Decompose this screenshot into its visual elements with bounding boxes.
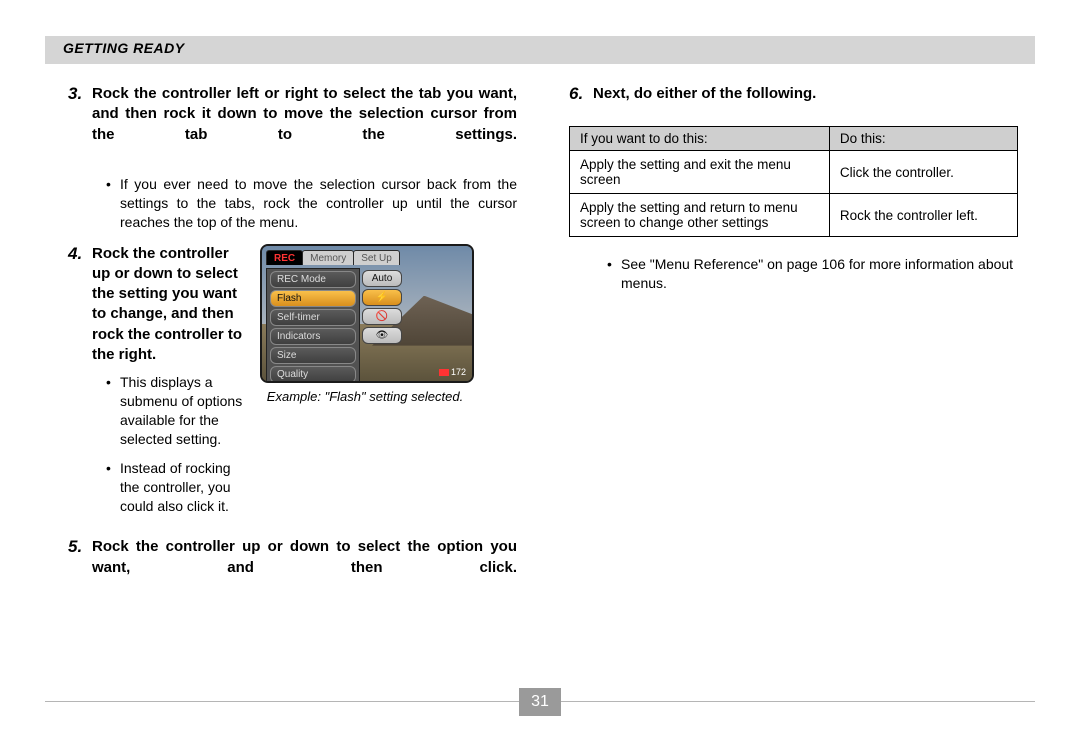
right-column: 6. Next, do either of the following. If … [569,84,1018,608]
actions-table: If you want to do this: Do this: Apply t… [569,126,1018,237]
lcd-menu: REC Mode Flash Self-timer Indicators Siz… [266,268,360,383]
bullet-text: This displays a submenu of options avail… [68,373,244,449]
table-cell: Rock the controller left. [829,194,1017,237]
breadcrumb: GETTING READY [63,40,185,56]
step-6-note: See "Menu Reference" on page 106 for mor… [569,255,1018,293]
lcd-tabs: REC Memory Set Up [266,250,399,265]
table-row: Apply the setting and exit the menu scre… [570,151,1018,194]
lcd-tab-setup: Set Up [353,250,400,265]
lcd-sub-item-selected: ⚡ [362,289,402,306]
figure-block: REC Memory Set Up REC Mode Flash Self-ti… [260,244,470,528]
lcd-menu-item: REC Mode [270,271,356,288]
table-header-row: If you want to do this: Do this: [570,127,1018,151]
lcd-sub-item: 👁 [362,327,402,344]
step-4-bullets: This displays a submenu of options avail… [68,373,244,515]
table-cell: Apply the setting and return to menu scr… [570,194,830,237]
step-heading: Rock the controller up or down to select… [92,244,244,366]
lcd-sub-item: 🚫 [362,308,402,325]
lcd-menu-item: Quality [270,366,356,383]
step-number: 5. [68,537,92,557]
lcd-footer: 172 [439,367,466,377]
bullet-text: If you ever need to move the selection c… [68,175,517,232]
lcd-menu-item: Size [270,347,356,364]
table-header: Do this: [829,127,1017,151]
left-column: 3. Rock the controller left or right to … [68,84,517,608]
step-3-bullets: If you ever need to move the selection c… [68,175,517,232]
step-heading: Next, do either of the following. [593,84,1018,104]
step-number: 4. [68,244,92,264]
card-icon [439,369,449,376]
step-heading: Rock the controller up or down to select… [92,537,517,598]
table-header: If you want to do this: [570,127,830,151]
page-number: 31 [519,688,561,716]
lcd-submenu: Auto ⚡ 🚫 👁 [360,268,404,346]
bullet-text: Instead of rocking the controller, you c… [68,459,244,516]
lcd-tab-memory: Memory [302,250,354,265]
figure-caption: Example: "Flash" setting selected. [260,389,470,405]
step-heading: Rock the controller left or right to sel… [92,84,517,165]
content-columns: 3. Rock the controller left or right to … [68,84,1018,608]
step-number: 6. [569,84,593,104]
table-row: Apply the setting and return to menu scr… [570,194,1018,237]
lcd-menu-item: Self-timer [270,309,356,326]
step-number: 3. [68,84,92,104]
lcd-menu-item: Indicators [270,328,356,345]
step-6: 6. Next, do either of the following. [569,84,1018,104]
bullet-text: See "Menu Reference" on page 106 for mor… [569,255,1018,293]
step-4: 4. Rock the controller up or down to sel… [68,244,517,528]
lcd-menu-item-selected: Flash [270,290,356,307]
table-cell: Apply the setting and exit the menu scre… [570,151,830,194]
lcd-count: 172 [451,367,466,377]
lcd-sub-item: Auto [362,270,402,287]
table-cell: Click the controller. [829,151,1017,194]
step-3: 3. Rock the controller left or right to … [68,84,517,165]
step-5: 5. Rock the controller up or down to sel… [68,537,517,598]
header-bar [45,36,1035,64]
camera-lcd-figure: REC Memory Set Up REC Mode Flash Self-ti… [260,244,474,383]
manual-page: GETTING READY 3. Rock the controller lef… [0,0,1080,730]
lcd-tab-rec: REC [266,250,303,265]
